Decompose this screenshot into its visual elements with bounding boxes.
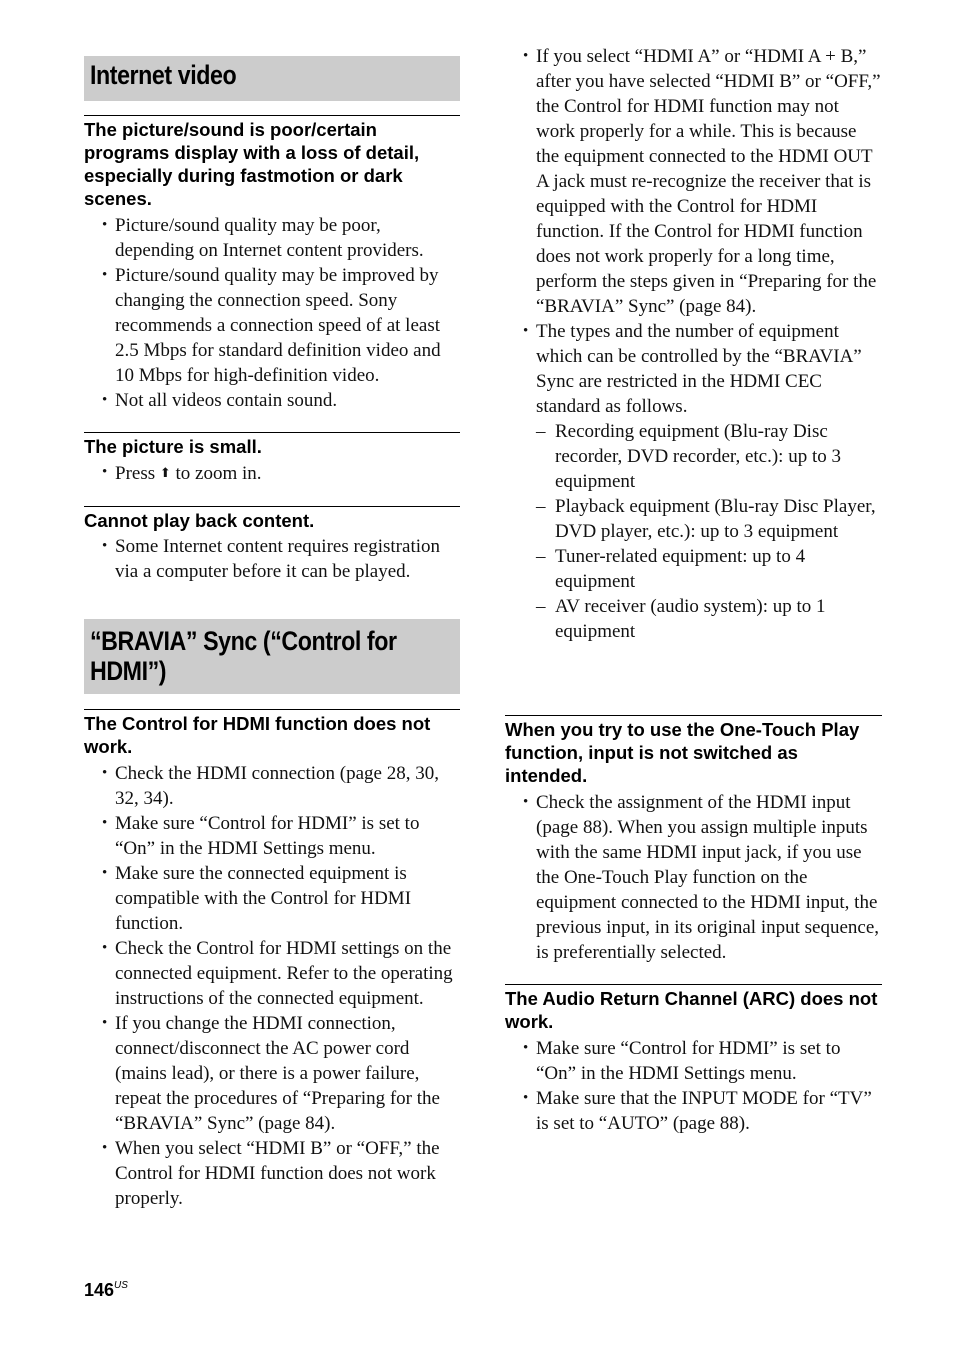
list-item: Check the assignment of the HDMI input (… <box>523 790 882 965</box>
list-item: Picture/sound quality may be improved by… <box>102 263 460 388</box>
topic-title: When you try to use the One-Touch Play f… <box>505 719 860 786</box>
up-arrow-icon: ⬆ <box>159 465 171 480</box>
list-item: When you select “HDMI B” or “OFF,” the C… <box>102 1136 460 1211</box>
list-item-text: The types and the number of equipment wh… <box>536 321 862 417</box>
section-title: Internet video <box>90 60 237 90</box>
bullet-list: Check the assignment of the HDMI input (… <box>505 790 882 965</box>
list-item: Check the Control for HDMI settings on t… <box>102 936 460 1011</box>
topic-cannot-play-back: Cannot play back content. Some Internet … <box>84 506 460 584</box>
topic-title: The picture is small. <box>84 436 262 457</box>
topic-title: The picture/sound is poor/certain progra… <box>84 119 420 209</box>
bullet-list: Check the HDMI connection (page 28, 30, … <box>84 761 460 1211</box>
section-header-internet-video: Internet video <box>84 56 460 101</box>
bullet-list: Picture/sound quality may be poor, depen… <box>84 213 460 413</box>
list-item: If you change the HDMI connection, conne… <box>102 1011 460 1136</box>
sub-list-item: Playback equipment (Blu-ray Disc Player,… <box>536 494 882 544</box>
list-item: Picture/sound quality may be poor, depen… <box>102 213 460 263</box>
section-header-bravia-sync: “BRAVIA” Sync (“Control for HDMI”) <box>84 619 460 694</box>
list-item: The types and the number of equipment wh… <box>523 319 882 644</box>
list-item: Make sure that the INPUT MODE for “TV” i… <box>523 1086 882 1136</box>
topic-one-touch-play: When you try to use the One-Touch Play f… <box>505 715 882 965</box>
topic-picture-sound-poor: The picture/sound is poor/certain progra… <box>84 115 460 413</box>
page-number: 146US <box>84 1280 128 1301</box>
bullet-list: Some Internet content requires registrat… <box>84 534 460 584</box>
list-item: Make sure “Control for HDMI” is set to “… <box>102 811 460 861</box>
sub-list-item: Recording equipment (Blu-ray Disc record… <box>536 419 882 494</box>
sub-list-item: AV receiver (audio system): up to 1 equi… <box>536 594 882 644</box>
page-number-value: 146 <box>84 1280 115 1300</box>
list-item: Check the HDMI connection (page 28, 30, … <box>102 761 460 811</box>
topic-title: The Control for HDMI function does not w… <box>84 713 431 757</box>
topic-arc-not-work: The Audio Return Channel (ARC) does not … <box>505 984 882 1136</box>
bullet-text-prefix: Press <box>115 463 156 484</box>
list-item: Press ⬆ to zoom in. <box>102 460 460 486</box>
bullet-list: Make sure “Control for HDMI” is set to “… <box>505 1036 882 1136</box>
list-item: Some Internet content requires registrat… <box>102 534 460 584</box>
sub-list-item: Tuner-related equipment: up to 4 equipme… <box>536 544 882 594</box>
topic-title: The Audio Return Channel (ARC) does not … <box>505 988 878 1032</box>
list-item: Make sure “Control for HDMI” is set to “… <box>523 1036 882 1086</box>
list-item: Not all videos contain sound. <box>102 388 460 413</box>
section-title: “BRAVIA” Sync (“Control for HDMI”) <box>90 626 397 686</box>
topic-control-hdmi-not-work: The Control for HDMI function does not w… <box>84 709 460 1211</box>
bullet-list: Press ⬆ to zoom in. <box>84 460 460 486</box>
topic-picture-small: The picture is small. Press ⬆ to zoom in… <box>84 432 460 486</box>
region-code: US <box>114 1280 128 1291</box>
list-item: If you select “HDMI A” or “HDMI A + B,” … <box>523 44 882 319</box>
list-item: Make sure the connected equipment is com… <box>102 861 460 936</box>
topic-title: Cannot play back content. <box>84 510 315 531</box>
continued-bullet-list: If you select “HDMI A” or “HDMI A + B,” … <box>505 44 882 644</box>
sub-list: Recording equipment (Blu-ray Disc record… <box>536 419 882 644</box>
bullet-text-suffix: to zoom in. <box>175 463 262 484</box>
